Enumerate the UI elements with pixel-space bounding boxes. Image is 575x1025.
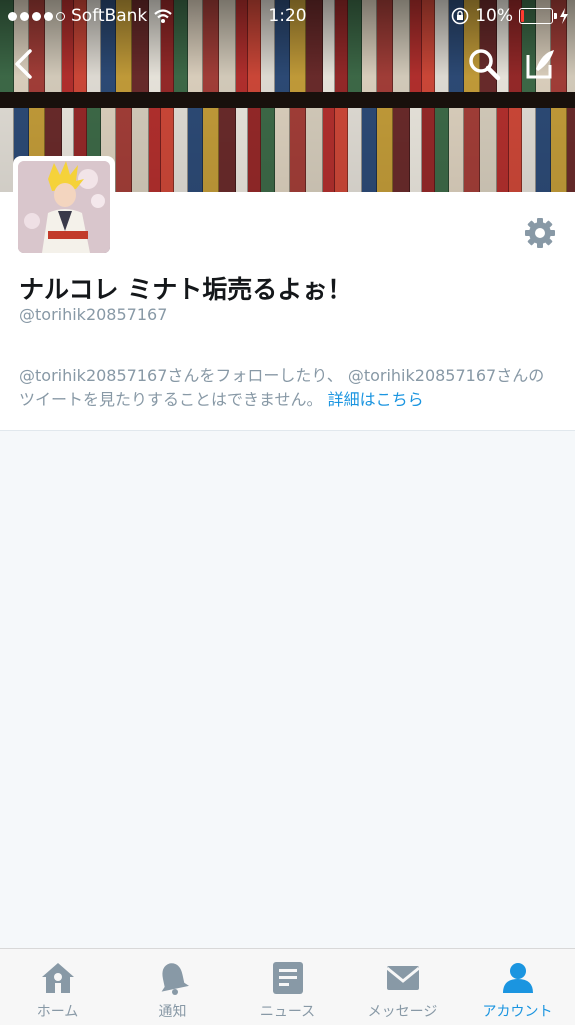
settings-button[interactable] (523, 216, 557, 250)
battery-percent: 10% (475, 6, 513, 26)
bell-icon (161, 963, 189, 995)
status-bar: SoftBank 1:20 10% (0, 0, 575, 34)
search-button[interactable] (464, 44, 504, 84)
protected-account-notice: @torihik20857167さんをフォローしたり、 @torihik2085… (19, 364, 559, 412)
compose-icon (526, 50, 554, 79)
envelope-icon (385, 966, 420, 990)
learn-more-link[interactable]: 詳細はこちら (328, 390, 424, 409)
charging-icon (560, 8, 568, 24)
battery-icon (519, 8, 557, 24)
search-icon (469, 49, 501, 81)
tab-bar: ホーム 通知 ニュース メッセージ アカウント (0, 948, 575, 1025)
profile-display-name: ナルコレ ミナト垢売るよぉ！ (19, 275, 353, 304)
person-icon (502, 963, 533, 993)
compose-button[interactable] (521, 44, 561, 84)
avatar-frame[interactable] (13, 156, 115, 258)
tab-home-label: ホーム (36, 1004, 79, 1020)
notice-text: @torihik20857167さんをフォローしたり、 @torihik2085… (19, 366, 545, 409)
tab-notifications[interactable]: 通知 (115, 949, 230, 1025)
tab-account-label: アカウント (482, 1004, 553, 1020)
tab-messages-label: メッセージ (367, 1004, 438, 1020)
tab-messages[interactable]: メッセージ (345, 949, 460, 1025)
rotation-lock-icon (451, 7, 469, 25)
home-icon (41, 963, 74, 993)
tab-account[interactable]: アカウント (460, 949, 575, 1025)
gear-icon (525, 218, 555, 248)
tab-notifications-label: 通知 (158, 1004, 187, 1020)
avatar-image (18, 161, 110, 253)
tab-news-label: ニュース (259, 1004, 316, 1020)
profile-handle: @torihik20857167 (19, 305, 168, 324)
news-icon (272, 962, 303, 994)
tab-home[interactable]: ホーム (0, 949, 115, 1025)
tab-news[interactable]: ニュース (230, 949, 345, 1025)
back-button[interactable] (4, 44, 44, 84)
back-icon (15, 49, 32, 79)
avatar (18, 161, 110, 253)
